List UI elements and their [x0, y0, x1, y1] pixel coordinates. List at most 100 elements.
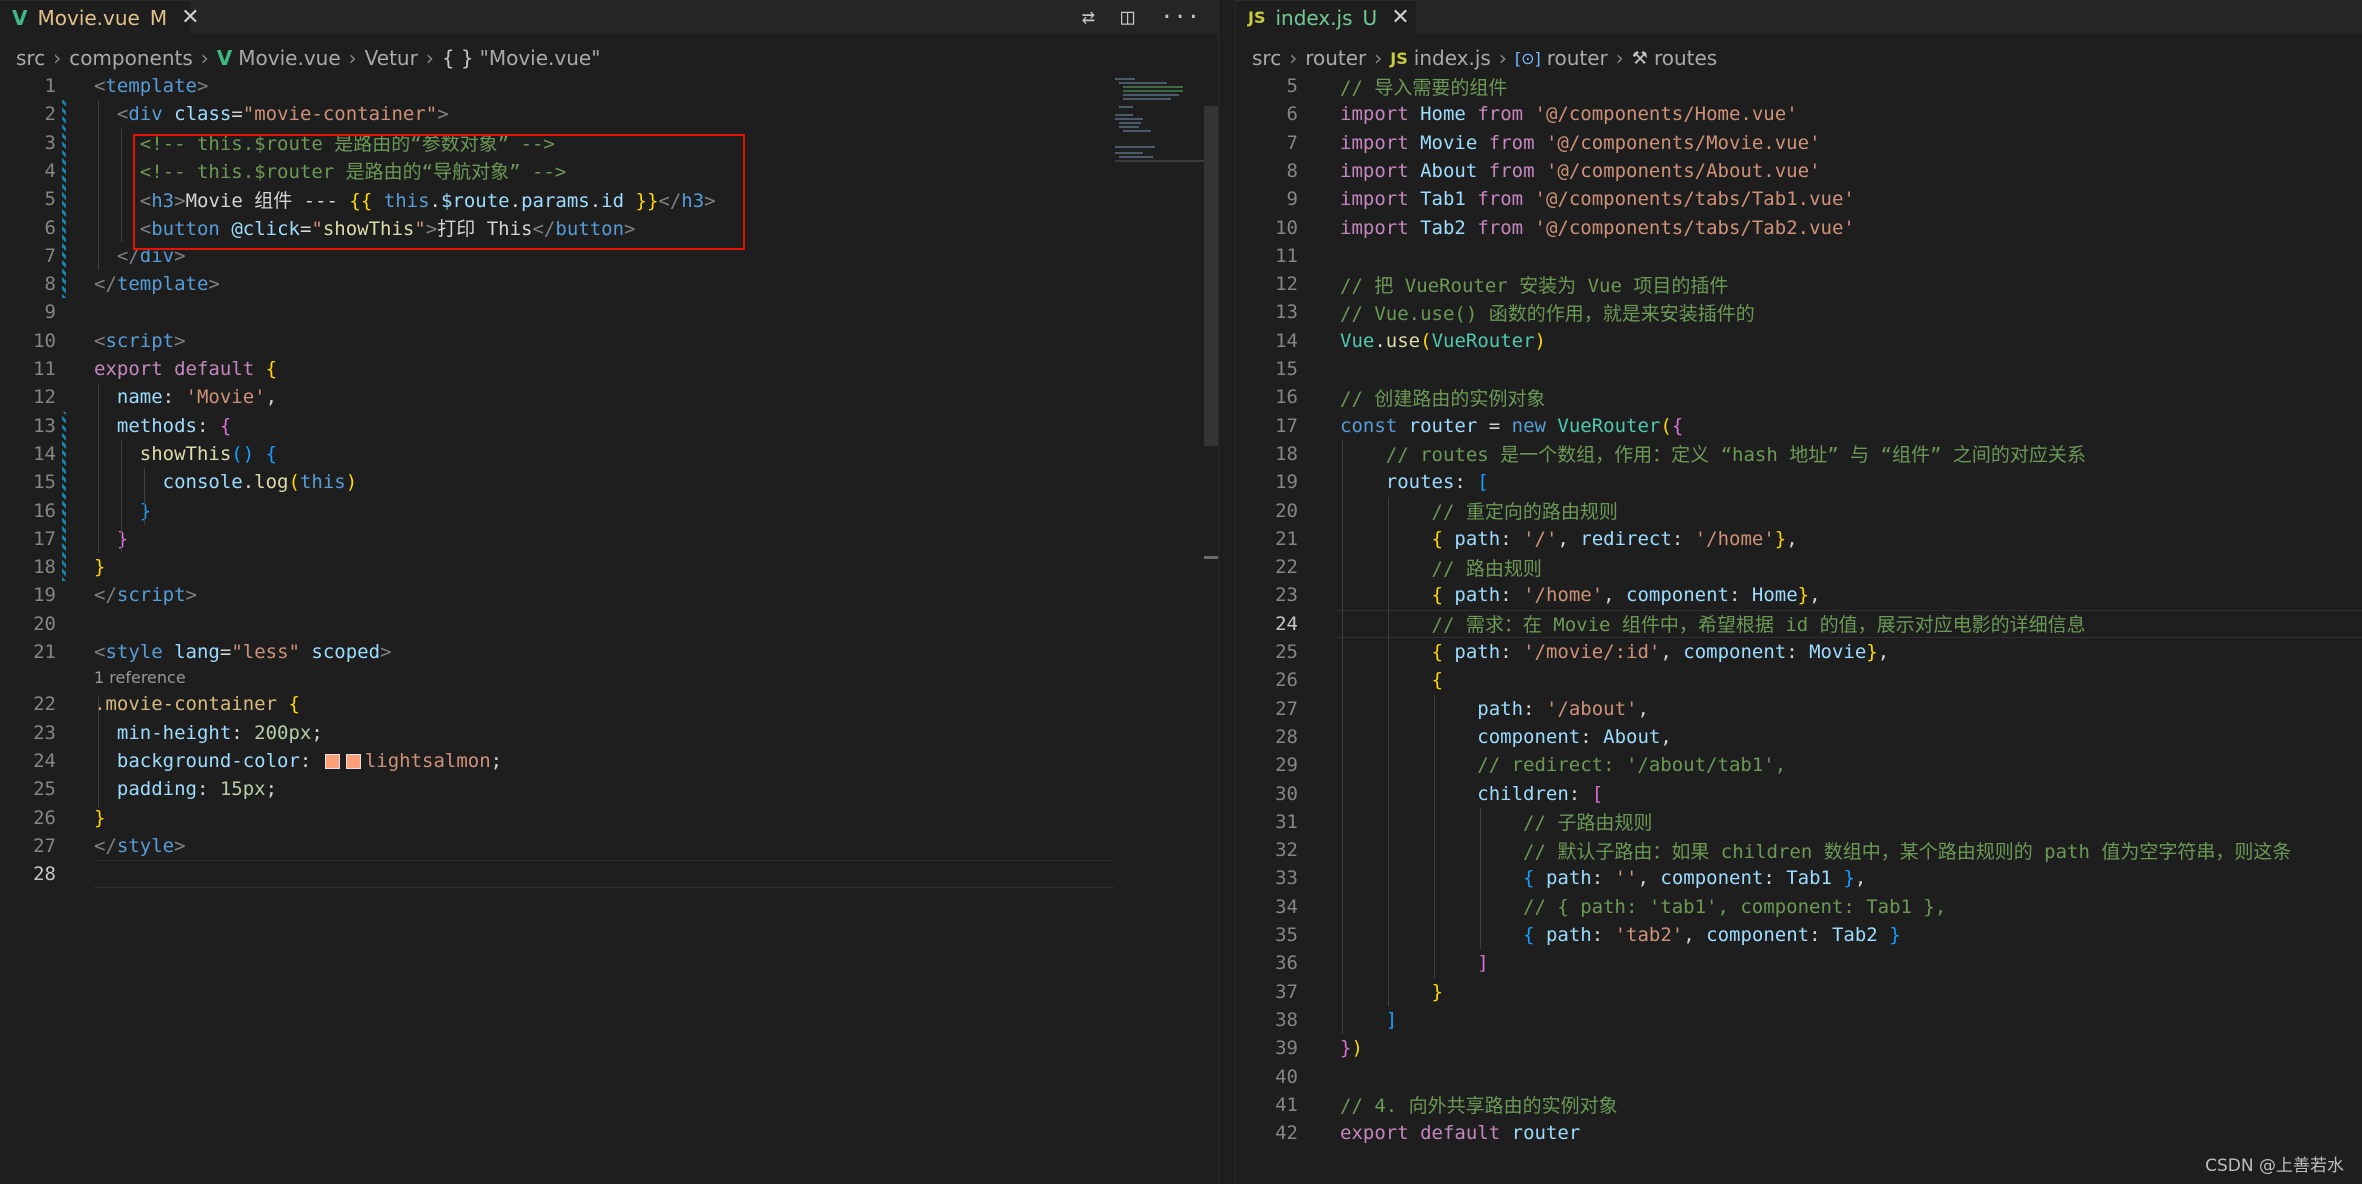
code-line[interactable]: 13 // Vue.use() 函数的作用，就是来安装插件的 — [1236, 298, 2362, 326]
open-changes-icon[interactable]: ⇄ — [1082, 5, 1095, 30]
breadcrumb-vetur[interactable]: Vetur — [365, 46, 418, 70]
code-line[interactable]: 24 background-color: lightsalmon; — [0, 747, 1218, 775]
close-tab-icon[interactable]: ✕ — [181, 5, 199, 30]
code-line[interactable]: 16 } — [0, 497, 1218, 525]
left-scrollbar[interactable] — [1204, 76, 1218, 1184]
code-line[interactable]: 5 // 导入需要的组件 — [1236, 72, 2362, 100]
breadcrumb-components[interactable]: components — [69, 46, 193, 70]
code-token: } — [1340, 1037, 1352, 1060]
color-swatch[interactable] — [345, 753, 361, 769]
tab-index-js[interactable]: JS index.js U ✕ — [1236, 0, 1416, 34]
breadcrumb: src › components › V Movie.vue › Vetur ›… — [0, 42, 1218, 74]
code-line[interactable]: 17 const router = new VueRouter({ — [1236, 412, 2362, 440]
code-line[interactable]: 33 { path: '', component: Tab1 }, — [1236, 864, 2362, 892]
more-actions-icon[interactable]: ··· — [1160, 5, 1200, 30]
git-modified-gutter[interactable] — [62, 100, 66, 299]
code-line[interactable]: 28 component: About, — [1236, 723, 2362, 751]
code-line[interactable]: 21 { path: '/', redirect: '/home'}, — [1236, 525, 2362, 553]
code-line[interactable]: 11 — [1236, 242, 2362, 270]
breadcrumb-property[interactable]: ⚒ routes — [1632, 46, 1717, 70]
code-line[interactable]: 14 showThis() { — [0, 440, 1218, 468]
code-line[interactable]: 18} — [0, 553, 1218, 581]
code-line[interactable]: 39}) — [1236, 1034, 2362, 1062]
code-line[interactable]: 34 // { path: 'tab1', component: Tab1 }, — [1236, 893, 2362, 921]
code-text: min-height: 200px; — [94, 722, 323, 744]
code-line[interactable]: 38 ] — [1236, 1006, 2362, 1034]
code-line[interactable]: 24 // 需求：在 Movie 组件中，希望根据 id 的值，展示对应电影的详… — [1236, 610, 2362, 638]
tab-movie-vue[interactable]: V Movie.vue M ✕ — [0, 0, 200, 34]
code-line[interactable]: 7 import Movie from '@/components/Movie.v… — [1236, 129, 2362, 157]
wrench-property-icon: ⚒ — [1631, 47, 1648, 69]
code-line[interactable]: 32 // 默认子路由：如果 children 数组中，某个路由规则的 path… — [1236, 836, 2362, 864]
code-line[interactable]: 20 — [0, 610, 1218, 638]
left-scrollbar-thumb[interactable] — [1204, 106, 1218, 446]
code-line[interactable]: 27 path: '/about', — [1236, 695, 2362, 723]
code-line[interactable]: 10 <script> — [0, 327, 1218, 355]
line-number: 20 — [33, 612, 56, 635]
code-line[interactable]: 35 { path: 'tab2', component: Tab2 } — [1236, 921, 2362, 949]
code-line[interactable]: 17 } — [0, 525, 1218, 553]
code-line[interactable]: 18 // routes 是一个数组，作用：定义 “hash 地址” 与 “组件… — [1236, 440, 2362, 468]
code-line[interactable]: 10 import Tab2 from '@/components/tabs/Ta… — [1236, 214, 2362, 242]
breadcrumb-file[interactable]: V Movie.vue — [217, 46, 341, 70]
code-token: import — [1340, 159, 1409, 182]
split-sash[interactable] — [1218, 0, 1236, 1184]
code-token: } — [94, 806, 106, 829]
code-line[interactable]: 13 methods: { — [0, 412, 1218, 440]
code-line[interactable]: 23 min-height: 200px; — [0, 719, 1218, 747]
breadcrumb-src[interactable]: src — [16, 46, 45, 70]
code-line[interactable]: 30 children: [ — [1236, 780, 2362, 808]
code-line[interactable]: 14 Vue.use(VueRouter) — [1236, 327, 2362, 355]
code-line[interactable]: 12 name: 'Movie', — [0, 383, 1218, 411]
code-line[interactable]: 6 import Home from '@/components/Home.vue… — [1236, 100, 2362, 128]
code-line[interactable]: 19 </script> — [0, 581, 1218, 609]
code-line[interactable]: 12 // 把 VueRouter 安装为 Vue 项目的插件 — [1236, 270, 2362, 298]
code-line[interactable]: 15 console.log(this) — [0, 468, 1218, 496]
code-line[interactable]: 9 — [0, 298, 1218, 326]
split-editor-icon[interactable]: ◫ — [1121, 5, 1134, 30]
code-line[interactable]: 26 { — [1236, 666, 2362, 694]
close-tab-icon[interactable]: ✕ — [1391, 5, 1409, 30]
code-token: { — [1523, 867, 1535, 890]
breadcrumb-variable[interactable]: [⊙] router — [1515, 46, 1608, 70]
breadcrumb-router-folder[interactable]: router — [1305, 46, 1366, 70]
breadcrumb-file[interactable]: JS index.js — [1390, 46, 1491, 70]
code-line[interactable]: 15 — [1236, 355, 2362, 383]
code-line[interactable]: 21 <style lang="less" scoped> — [0, 638, 1218, 666]
code-line[interactable]: 23 { path: '/home', component: Home}, — [1236, 581, 2362, 609]
code-line[interactable]: 9 import Tab1 from '@/components/tabs/Tab… — [1236, 185, 2362, 213]
code-line[interactable]: 27 </style> — [0, 832, 1218, 860]
code-line[interactable]: 25 { path: '/movie/:id', component: Movi… — [1236, 638, 2362, 666]
code-line[interactable]: 22 .movie-container { — [0, 690, 1218, 718]
code-line[interactable]: 2 <div class="movie-container"> — [0, 100, 1218, 128]
code-line[interactable]: 26} — [0, 804, 1218, 832]
breadcrumb-symbol[interactable]: { } "Movie.vue" — [442, 46, 601, 70]
code-line[interactable]: 29 // redirect: '/about/tab1', — [1236, 751, 2362, 779]
code-line[interactable]: 8 </template> — [0, 270, 1218, 298]
code-line[interactable]: 40 — [1236, 1063, 2362, 1091]
code-token: , — [1603, 584, 1627, 607]
code-line[interactable]: 1 <template> — [0, 72, 1218, 100]
breadcrumb-src[interactable]: src — [1252, 46, 1281, 70]
code-line[interactable]: 36 ] — [1236, 949, 2362, 977]
code-token: component — [1683, 641, 1787, 663]
code-line[interactable]: 41 // 4. 向外共享路由的实例对象 — [1236, 1091, 2362, 1119]
code-line[interactable]: 31 // 子路由规则 — [1236, 808, 2362, 836]
right-code-area[interactable]: 5 // 导入需要的组件 6 import Home from '@/componen… — [1236, 75, 2362, 1184]
code-line[interactable]: 28 — [0, 860, 1218, 888]
codelens-reference[interactable]: 1 reference — [94, 668, 186, 687]
code-line[interactable]: 20 // 重定向的路由规则 — [1236, 497, 2362, 525]
left-minimap[interactable] — [1115, 76, 1215, 166]
git-modified-gutter[interactable] — [62, 411, 66, 582]
code-line[interactable]: 11 export default { — [0, 355, 1218, 383]
code-line[interactable]: 8 import About from '@/components/About.v… — [1236, 157, 2362, 185]
code-line[interactable]: 22 // 路由规则 — [1236, 553, 2362, 581]
code-line[interactable]: 19 routes: [ — [1236, 468, 2362, 496]
code-line[interactable]: 42 export default router — [1236, 1119, 2362, 1147]
code-line[interactable]: 37 } — [1236, 978, 2362, 1006]
color-swatch[interactable] — [324, 753, 340, 769]
code-line[interactable]: 25 padding: 15px; — [0, 775, 1218, 803]
code-line[interactable]: 16 // 创建路由的实例对象 — [1236, 383, 2362, 411]
